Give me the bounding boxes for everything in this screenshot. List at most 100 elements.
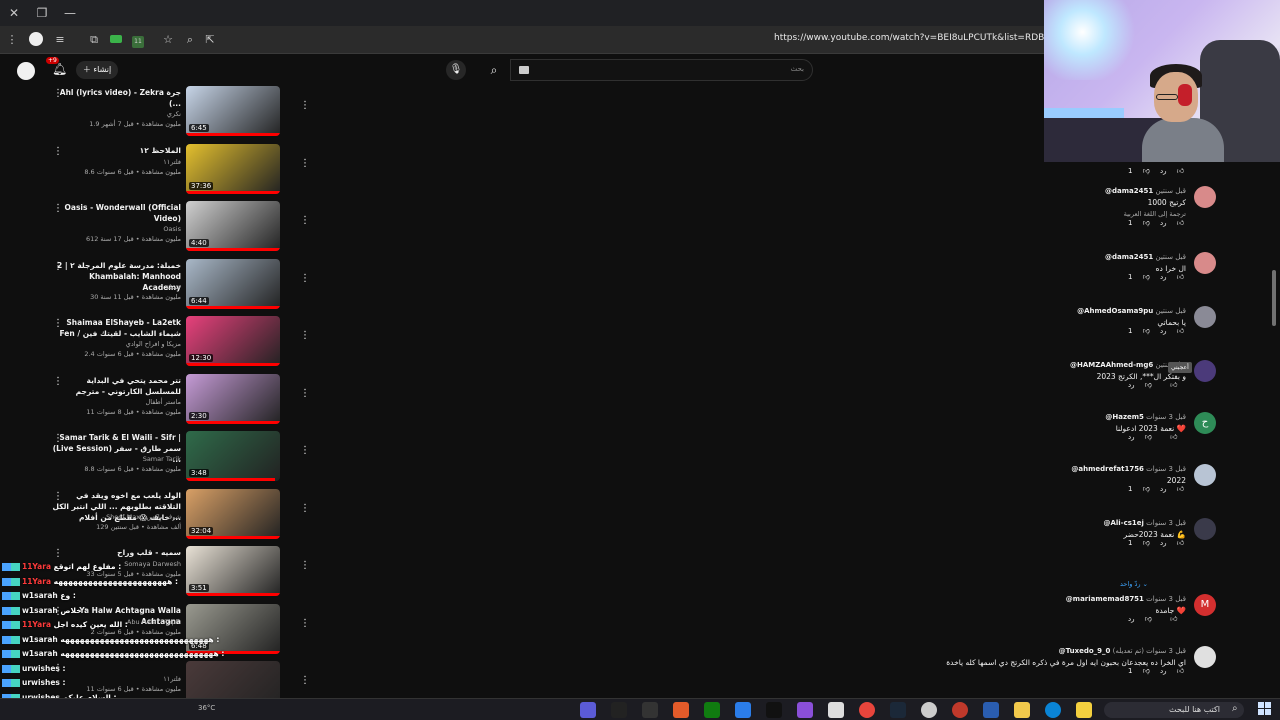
dislike-icon[interactable]: 👎︎ — [1145, 615, 1152, 623]
chat-username[interactable]: w1sarah — [22, 635, 58, 644]
address-bar-url[interactable]: https://www.youtube.com/watch?v=BEI8uLPC… — [774, 33, 1044, 43]
app-icon[interactable] — [611, 702, 627, 718]
channel-name[interactable]: Samar Tarik — [143, 455, 181, 463]
app-icon[interactable] — [797, 702, 813, 718]
comment-author[interactable]: @dama2451 — [1105, 187, 1153, 195]
chat-username[interactable]: w1sarah — [22, 591, 58, 600]
reply-button[interactable]: رد — [1160, 273, 1167, 281]
dislike-icon[interactable]: 👎︎ — [1145, 381, 1152, 389]
comment-time[interactable]: قبل سنتين — [1155, 187, 1186, 195]
video-title[interactable]: الملاحظ ١٢ — [51, 145, 181, 156]
like-icon[interactable]: 👍︎ — [1177, 485, 1184, 493]
zoom-icon[interactable]: ⌕ — [182, 32, 198, 48]
reply-button[interactable]: رد — [1160, 667, 1167, 675]
like-icon[interactable]: 👍︎ — [1177, 219, 1184, 227]
comment-time[interactable]: قبل سنتين — [1155, 253, 1186, 261]
video-thumbnail[interactable]: 32:04 — [186, 488, 280, 539]
video-list-item[interactable]: ⋮ Ahl (lyrics video) - Zekra جرة (... نك… — [0, 86, 320, 140]
drag-handle-icon[interactable]: ⋮ — [300, 215, 310, 226]
video-title[interactable]: تتر محمد يتحي في البداية للمسلسل الكارتو… — [51, 375, 181, 397]
drag-handle-icon[interactable]: ⋮ — [300, 560, 310, 571]
chat-username[interactable]: w1sarah — [22, 606, 58, 615]
comment-author[interactable]: @dama2451 — [1105, 253, 1153, 261]
file-explorer-icon[interactable] — [1014, 702, 1030, 718]
share-icon[interactable]: ⇱ — [202, 32, 218, 48]
channel-name[interactable]: خمبلة — [166, 283, 181, 291]
taskbar-search-box[interactable]: اكتب هنا للبحث — [1104, 702, 1244, 718]
weather-widget[interactable]: 36°C — [198, 704, 215, 712]
commenter-avatar[interactable]: ح — [1194, 412, 1216, 434]
commenter-avatar[interactable] — [1194, 252, 1216, 274]
channel-name[interactable]: Oasis — [163, 225, 181, 233]
app-icon[interactable] — [828, 702, 844, 718]
commenter-avatar[interactable] — [1194, 646, 1216, 668]
channel-name[interactable]: نكري — [167, 110, 181, 118]
like-icon[interactable]: 👍︎ — [1177, 667, 1184, 675]
drag-handle-icon[interactable]: ⋮ — [300, 330, 310, 341]
reply-button[interactable]: رد — [1128, 381, 1135, 389]
video-list-item[interactable]: ⋮ الولد يلعب مع اخوه ويقد في التلاقته بط… — [0, 488, 320, 543]
bookmark-star-icon[interactable]: ☆ — [160, 32, 176, 48]
comment-author[interactable]: @Tuxedo_9_0 — [1059, 647, 1111, 655]
video-thumbnail[interactable]: 3:48 — [186, 431, 280, 481]
channel-name[interactable]: مزيكا و افراح الوادي — [126, 340, 181, 348]
commenter-avatar[interactable] — [1194, 518, 1216, 540]
chat-username[interactable]: 11Yara — [22, 577, 51, 586]
video-list-item[interactable]: ⋮ تتر محمد يتحي في البداية للمسلسل الكار… — [0, 373, 320, 428]
comment-time[interactable]: قبل 3 سنوات — [1146, 519, 1186, 527]
extension-green-icon[interactable] — [108, 32, 124, 48]
reply-button[interactable]: رد — [1160, 485, 1167, 493]
view-replies-link[interactable]: ردّ واحد ⌄ — [1120, 580, 1148, 588]
dislike-icon[interactable]: 👎︎ — [1143, 485, 1150, 493]
commenter-avatar[interactable]: M — [1194, 594, 1216, 616]
app-icon[interactable] — [766, 702, 782, 718]
chat-username[interactable]: 11Yara — [22, 620, 51, 629]
translate-link[interactable]: ترجمة إلى اللغة العربية — [1124, 210, 1186, 218]
commenter-avatar[interactable] — [1194, 464, 1216, 486]
like-icon[interactable]: 👍︎ — [1170, 615, 1177, 623]
video-thumbnail[interactable]: 37:36 — [186, 143, 280, 194]
drag-handle-icon[interactable]: ⋮ — [300, 273, 310, 284]
chat-username[interactable]: 11Yara — [22, 562, 51, 571]
commenter-avatar[interactable] — [1194, 306, 1216, 328]
dislike-icon[interactable]: 👎︎ — [1143, 539, 1150, 547]
account-avatar[interactable] — [17, 62, 35, 80]
app-icon[interactable] — [673, 702, 689, 718]
comment-author[interactable]: @mariamemad8751 — [1066, 595, 1144, 603]
profile-avatar-icon[interactable] — [28, 32, 44, 48]
keyboard-icon[interactable] — [519, 66, 529, 74]
reply-button[interactable]: رد — [1160, 327, 1167, 335]
video-thumbnail[interactable]: 12:30 — [186, 316, 280, 366]
video-thumbnail[interactable]: 4:40 — [186, 201, 280, 251]
steam-icon[interactable] — [890, 702, 906, 718]
app-icon[interactable] — [952, 702, 968, 718]
drag-handle-icon[interactable]: ⋮ — [300, 618, 310, 629]
video-thumbnail[interactable]: 6:45 — [186, 86, 280, 136]
app-icon[interactable] — [735, 702, 751, 718]
video-thumbnail[interactable]: 2:30 — [186, 373, 280, 424]
reply-button[interactable]: رد — [1160, 539, 1167, 547]
channel-name[interactable]: فلتر١١ — [163, 158, 181, 166]
windows-start-icon[interactable] — [1258, 702, 1272, 716]
close-icon[interactable]: ✕ — [6, 5, 22, 21]
chrome-icon[interactable] — [859, 702, 875, 718]
page-scrollbar[interactable] — [1272, 270, 1276, 326]
chat-username[interactable]: urwishes — [22, 664, 60, 673]
widgets-icon[interactable] — [1076, 702, 1092, 718]
dislike-icon[interactable]: 👎︎ — [1143, 167, 1150, 175]
video-list-item[interactable]: ⋮ Shaimaa ElShayeb - La2etk Fen / شيماء … — [0, 316, 320, 370]
voice-search-mic-icon[interactable]: 🎙︎ — [446, 60, 466, 80]
comment-time[interactable]: قبل 3 سنوات — [1146, 465, 1186, 473]
maximize-icon[interactable]: ❐ — [34, 5, 50, 21]
reply-button[interactable]: رد — [1128, 615, 1135, 623]
dislike-icon[interactable]: 👎︎ — [1145, 433, 1152, 441]
menu-dots-icon[interactable]: ⋮ — [4, 32, 20, 48]
drag-handle-icon[interactable]: ⋮ — [300, 158, 310, 169]
channel-name[interactable]: ماستر أطفال — [146, 398, 182, 406]
comment-author[interactable]: @Ali-cs1ej — [1103, 519, 1143, 527]
like-icon[interactable]: 👍︎ — [1170, 433, 1177, 441]
video-title[interactable]: Ahl (lyrics video) - Zekra جرة (... — [51, 87, 181, 109]
create-button[interactable]: ＋ إنشاء — [76, 61, 118, 79]
comment-time[interactable]: قبل 3 سنوات (تم تعديله) — [1113, 647, 1186, 655]
comment-author[interactable]: @Hazem5 — [1105, 413, 1144, 421]
